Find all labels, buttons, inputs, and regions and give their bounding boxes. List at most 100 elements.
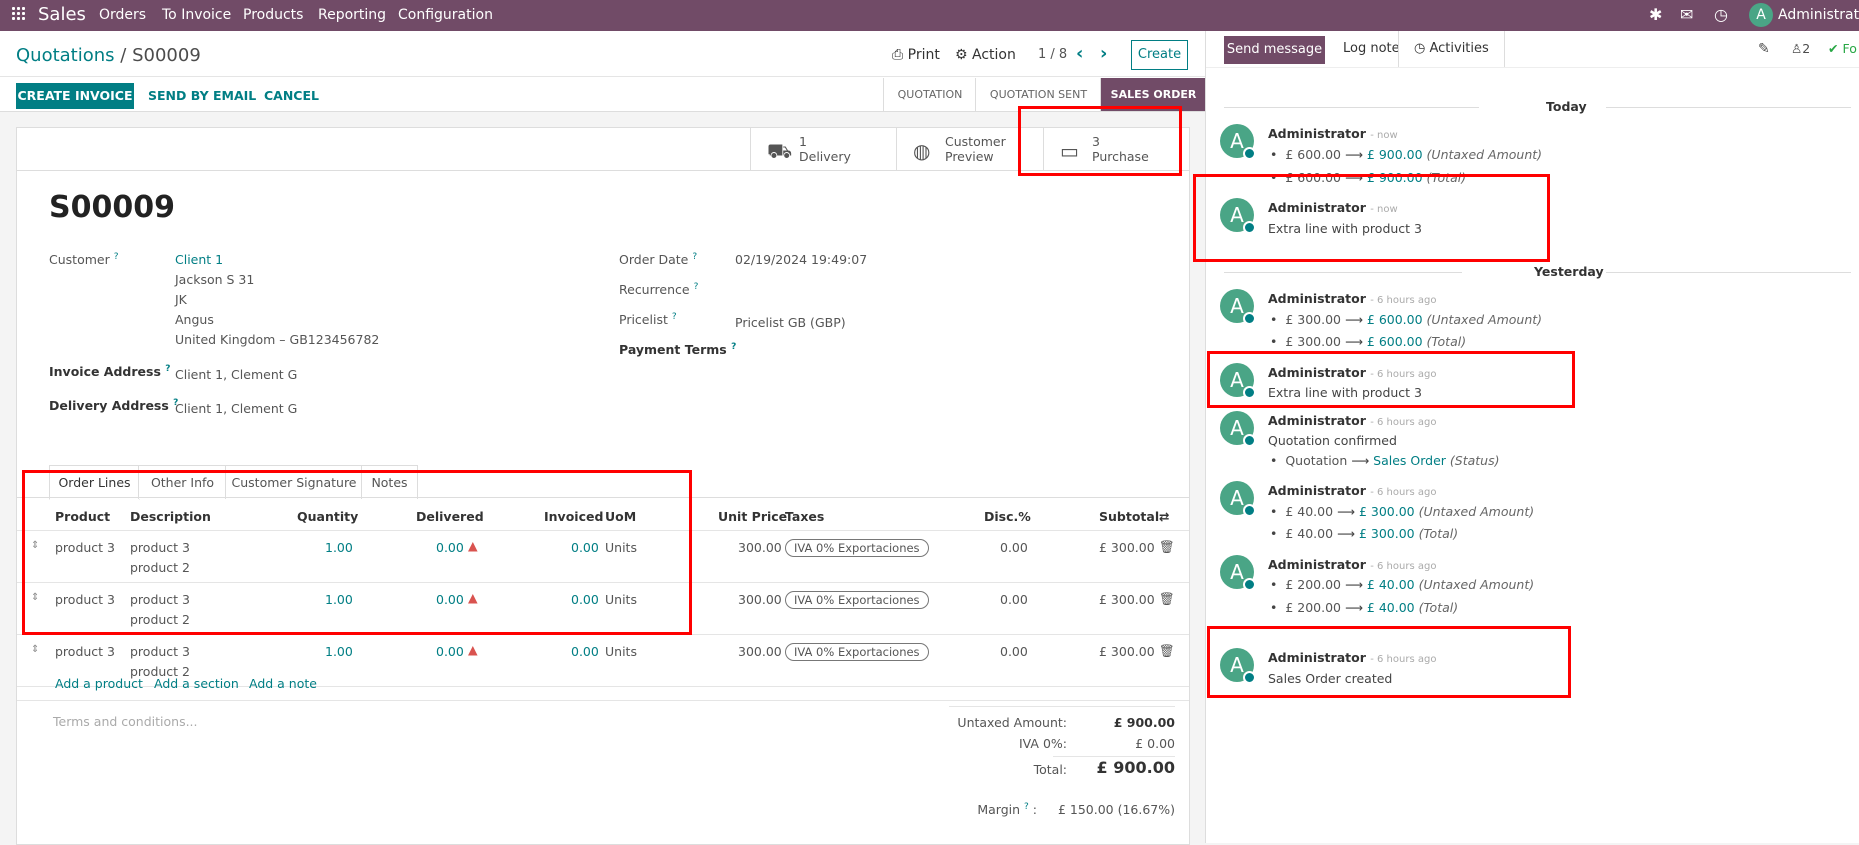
messages-icon[interactable]: ✉ — [1680, 5, 1693, 24]
margin-value: £ 150.00 (16.67%) — [1057, 802, 1175, 817]
row-product[interactable]: product 3 — [55, 644, 115, 659]
invoice-address-field[interactable]: Client 1, Clement G — [175, 367, 297, 382]
followers-icon: ♙ — [1791, 41, 1803, 56]
row-unit-price: 300.00 — [738, 644, 782, 659]
margin-label: Margin ? : — [977, 802, 1037, 818]
log-note-button[interactable]: Log note — [1343, 41, 1400, 56]
divider — [1206, 67, 1859, 68]
customer-preview-line2: Preview — [945, 149, 994, 164]
total-label: Total: — [1033, 762, 1067, 777]
row-subtotal: £ 300.00 — [1099, 592, 1155, 607]
send-message-button[interactable]: Send message — [1224, 36, 1325, 64]
menu-configuration[interactable]: Configuration — [398, 7, 493, 23]
breadcrumb-parent[interactable]: Quotations — [16, 45, 115, 66]
col-subtotal[interactable]: Subtotal — [1099, 509, 1159, 524]
tracking-line: • £ 40.00 ⟶ £ 300.00 (Untaxed Amount) — [1270, 504, 1535, 519]
drag-handle-icon[interactable]: ⇕ — [31, 644, 39, 655]
chevron-left-icon[interactable]: ‹ — [1076, 43, 1083, 64]
add-product-link[interactable]: Add a product — [55, 676, 143, 691]
clock-icon: ◷ — [1414, 41, 1426, 56]
debug-bug-icon[interactable]: ✱ — [1649, 5, 1662, 24]
order-title: S00009 — [49, 190, 175, 225]
order-date-field[interactable]: 02/19/2024 19:49:07 — [735, 252, 867, 267]
action-label: Action — [972, 47, 1016, 63]
tax-badge: IVA 0% Exportaciones — [785, 539, 929, 557]
tracking-line: • £ 300.00 ⟶ £ 600.00 (Untaxed Amount) — [1270, 312, 1543, 327]
add-section-link[interactable]: Add a section — [154, 676, 239, 691]
message-author: Administrator - now — [1268, 126, 1398, 141]
menu-reporting[interactable]: Reporting — [318, 7, 386, 23]
followers-button[interactable]: ♙2 — [1791, 41, 1810, 56]
online-status-dot — [1243, 504, 1256, 517]
col-discount[interactable]: Disc.% — [984, 509, 1031, 524]
day-yesterday: Yesterday — [1534, 264, 1604, 279]
user-name[interactable]: Administrator — [1778, 7, 1859, 23]
trash-icon[interactable]: 🗑 — [1159, 591, 1175, 607]
create-button[interactable]: Create — [1131, 40, 1188, 70]
cancel-button[interactable]: CANCEL — [264, 88, 319, 103]
delivery-address-label: Delivery Address ? — [49, 398, 179, 414]
highlight-box-message — [1193, 174, 1550, 262]
chevron-right-icon[interactable]: › — [1100, 43, 1107, 64]
tax-badge: IVA 0% Exportaciones — [785, 643, 929, 661]
user-avatar[interactable]: A — [1749, 3, 1773, 27]
untaxed-amount-value: £ 900.00 — [1113, 715, 1175, 730]
send-by-email-button[interactable]: SEND BY EMAIL — [148, 88, 256, 103]
paperclip-icon[interactable]: ✎ — [1758, 41, 1770, 57]
delivery-count: 1 — [799, 134, 807, 149]
create-invoice-button[interactable]: CREATE INVOICE — [16, 83, 134, 109]
gear-icon: ⚙ — [955, 47, 968, 63]
invoice-address-label: Invoice Address ? — [49, 364, 171, 380]
recurrence-label: Recurrence ? — [619, 282, 699, 298]
pricelist-field[interactable]: Pricelist GB (GBP) — [735, 315, 846, 330]
globe-icon: ◍ — [913, 139, 931, 163]
menu-to-invoice[interactable]: To Invoice — [162, 7, 231, 23]
tracking-line: • £ 600.00 ⟶ £ 900.00 (Untaxed Amount) — [1270, 147, 1543, 162]
stage-quotation[interactable]: QUOTATION — [883, 78, 976, 111]
menu-orders[interactable]: Orders — [99, 7, 146, 23]
delivery-address-field[interactable]: Client 1, Clement G — [175, 401, 297, 416]
print-label: Print — [907, 47, 940, 63]
totals-divider — [1053, 756, 1175, 757]
tax-label: IVA 0%: — [1018, 736, 1067, 751]
day-today: Today — [1546, 99, 1587, 114]
breadcrumb-separator: / — [120, 45, 127, 66]
row-discount: 0.00 — [1000, 592, 1028, 607]
truck-icon: ⛟ — [767, 139, 793, 163]
trash-icon[interactable]: 🗑 — [1159, 643, 1175, 659]
row-description-1: product 3 — [130, 644, 191, 659]
highlight-box-message — [1207, 626, 1571, 698]
form-panel: Quotations / S00009 ⎙ Print ⚙ Action 1 /… — [0, 31, 1206, 845]
payment-terms-label: Payment Terms ? — [619, 342, 737, 358]
control-panel: Quotations / S00009 ⎙ Print ⚙ Action 1 /… — [0, 31, 1206, 112]
delivery-smart-button[interactable]: ⛟ 1 Delivery — [750, 128, 897, 170]
terms-and-conditions-field[interactable]: Terms and conditions... — [53, 714, 198, 729]
follow-button[interactable]: ✔ Fo — [1828, 41, 1857, 56]
row-quantity: 1.00 — [325, 644, 353, 659]
menu-products[interactable]: Products — [243, 7, 303, 23]
optional-columns-icon[interactable]: ⇄ — [1159, 509, 1169, 524]
highlight-box-message — [1207, 351, 1575, 408]
row-discount: 0.00 — [1000, 644, 1028, 659]
chatter-panel: Send message Log note ◷ Activities ✎ ♙2 … — [1193, 31, 1859, 843]
address-line-2: JK — [175, 292, 187, 307]
activity-clock-icon[interactable]: ◷ — [1714, 5, 1728, 24]
customer-link[interactable]: Client 1 — [175, 252, 223, 267]
apps-menu-icon[interactable] — [12, 7, 26, 21]
pager-value[interactable]: 1 / 8 — [1038, 47, 1067, 62]
forecast-chart-icon[interactable]: ▲ — [468, 642, 478, 657]
col-unit-price[interactable]: Unit Price — [718, 509, 787, 524]
col-taxes[interactable]: Taxes — [785, 509, 824, 524]
message-author: Administrator - 6 hours ago — [1268, 483, 1437, 498]
print-button[interactable]: ⎙ Print — [892, 47, 940, 63]
row-subtotal: £ 300.00 — [1099, 540, 1155, 555]
row-discount: 0.00 — [1000, 540, 1028, 555]
followers-count: 2 — [1802, 41, 1811, 56]
activities-button[interactable]: ◷ Activities — [1398, 31, 1505, 67]
trash-icon[interactable]: 🗑 — [1159, 539, 1175, 555]
action-button[interactable]: ⚙ Action — [955, 47, 1016, 63]
row-delivered: 0.00 — [436, 644, 464, 659]
tax-badge: IVA 0% Exportaciones — [785, 591, 929, 609]
add-note-link[interactable]: Add a note — [249, 676, 317, 691]
app-name[interactable]: Sales — [38, 4, 86, 25]
